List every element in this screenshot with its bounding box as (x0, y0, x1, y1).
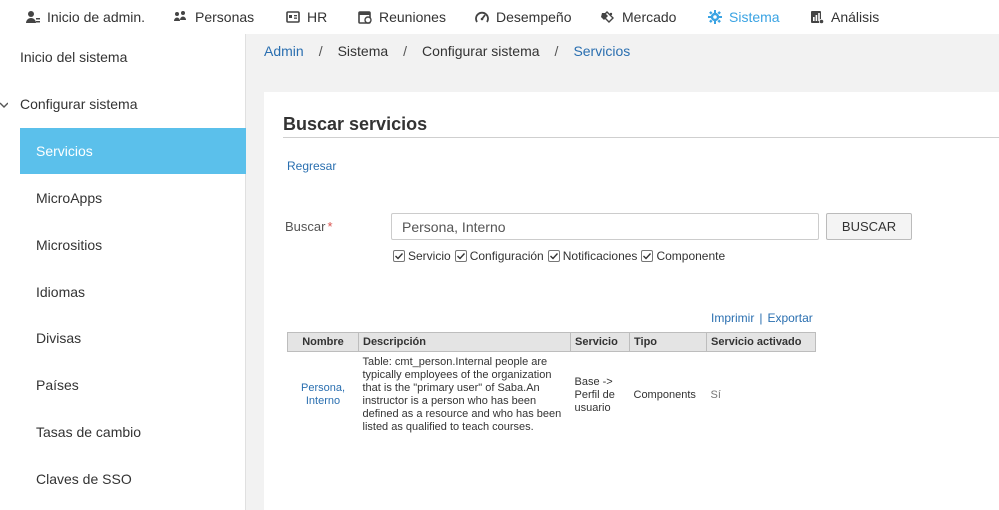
performance-icon (475, 10, 489, 24)
action-separator: | (759, 311, 763, 325)
cell-name: Persona, Interno (288, 352, 359, 439)
export-link[interactable]: Exportar (767, 311, 812, 325)
title-divider (283, 137, 999, 138)
cell-service-enabled: Sí (710, 388, 721, 401)
column-header-type[interactable]: Tipo (629, 332, 707, 352)
nav-hr[interactable]: HR (286, 0, 327, 34)
sidebar-item-label: Divisas (36, 330, 82, 346)
nav-label: Inicio de admin. (47, 9, 146, 25)
required-marker: * (327, 219, 333, 234)
sidebar-item-label: MicroApps (36, 190, 103, 206)
sidebar-item-microsites[interactable]: Micrositios (20, 222, 246, 268)
nav-analytics[interactable]: Análisis (810, 0, 879, 34)
column-header-service[interactable]: Servicio (570, 332, 630, 352)
nav-market[interactable]: Mercado (601, 0, 676, 34)
nav-label: Personas (195, 9, 255, 25)
sidebar-item-microapps[interactable]: MicroApps (20, 175, 246, 221)
nav-label: HR (307, 9, 328, 25)
sidebar-item-configure-system[interactable]: Configurar sistema (20, 81, 246, 127)
sidebar-item-languages[interactable]: Idiomas (20, 269, 246, 315)
sidebar-item-sso-keys[interactable]: Claves de SSO (20, 456, 246, 502)
nav-meetings[interactable]: Reuniones (358, 0, 446, 34)
people-icon (174, 10, 188, 24)
filter-configuration[interactable]: Configuración (454, 249, 544, 263)
breadcrumb: Admin / Sistema / Configurar sistema / S… (264, 43, 630, 59)
content-panel: Buscar servicios Regresar Buscar* BUSCAR… (264, 92, 999, 510)
cell-service: Base -> Perfil de usuario (574, 375, 615, 414)
filter-label: Componente (656, 249, 726, 263)
sidebar-item-label: Claves de SSO (36, 471, 132, 487)
breadcrumb-separator: / (403, 43, 408, 59)
cell-description: Table: cmt_person.Internal people are ty… (362, 356, 562, 433)
table-row: Persona, Interno Table: cmt_person.Inter… (288, 352, 816, 439)
nav-label: Análisis (831, 9, 880, 25)
filter-label: Notificaciones (562, 249, 638, 263)
top-navigation: Inicio de admin. Personas HR Reuniones D… (0, 0, 999, 34)
filter-notifications[interactable]: Notificaciones (547, 249, 638, 263)
analytics-icon (810, 10, 824, 24)
checkbox-checked-icon[interactable] (547, 250, 560, 262)
sidebar-item-countries[interactable]: Países (20, 362, 246, 408)
sidebar-item-label: Inicio del sistema (20, 49, 128, 65)
nav-admin-home[interactable]: Inicio de admin. (26, 0, 145, 34)
nav-system[interactable]: Sistema (708, 0, 780, 34)
hr-icon (286, 10, 300, 24)
sidebar: Inicio del sistema Configurar sistema Se… (0, 34, 246, 510)
search-filters: Servicio Configuración Notificaciones Co… (393, 249, 729, 263)
nav-label: Desempeño (496, 9, 572, 25)
nav-performance[interactable]: Desempeño (475, 0, 572, 34)
checkbox-checked-icon[interactable] (641, 250, 654, 262)
back-link[interactable]: Regresar (287, 159, 336, 173)
meetings-icon (358, 10, 372, 24)
sidebar-item-label: Países (36, 377, 79, 393)
print-export-actions: Imprimir | Exportar (711, 311, 813, 325)
filter-label: Servicio (408, 249, 451, 263)
nav-people[interactable]: Personas (174, 0, 254, 34)
filter-label: Configuración (469, 249, 544, 263)
breadcrumb-separator: / (554, 43, 559, 59)
breadcrumb-system[interactable]: Sistema (338, 43, 389, 59)
sidebar-item-services[interactable]: Servicios (20, 128, 246, 174)
sidebar-item-system-home[interactable]: Inicio del sistema (20, 34, 246, 80)
admin-home-icon (26, 10, 40, 24)
service-name-link[interactable]: Persona, Interno (292, 382, 355, 408)
filter-component[interactable]: Componente (641, 249, 725, 263)
nav-label: Reuniones (379, 9, 446, 25)
page-title: Buscar servicios (283, 114, 428, 134)
print-link[interactable]: Imprimir (711, 311, 754, 325)
sidebar-item-label: Micrositios (36, 237, 103, 253)
breadcrumb-services: Servicios (573, 43, 631, 59)
search-label: Buscar * (285, 219, 333, 234)
column-header-name[interactable]: Nombre (287, 332, 359, 352)
checkbox-checked-icon[interactable] (454, 250, 467, 262)
nav-label: Sistema (729, 9, 780, 25)
sidebar-item-exchange-rates[interactable]: Tasas de cambio (20, 409, 246, 455)
sidebar-item-label: Servicios (36, 143, 93, 159)
column-header-description[interactable]: Descripción (358, 332, 571, 352)
sidebar-item-label: Tasas de cambio (36, 424, 142, 440)
table-header-row: Nombre Descripción Servicio Tipo Servici… (287, 332, 816, 352)
sidebar-item-label: Idiomas (36, 284, 86, 300)
cell-type: Components (633, 388, 696, 401)
breadcrumb-separator: / (318, 43, 323, 59)
nav-label: Mercado (622, 9, 677, 25)
column-header-service-enabled[interactable]: Servicio activado (706, 332, 816, 352)
search-label-text: Buscar (285, 219, 326, 234)
sidebar-item-currencies[interactable]: Divisas (20, 315, 246, 361)
breadcrumb-admin[interactable]: Admin (264, 43, 304, 59)
sidebar-item-label: Configurar sistema (20, 96, 138, 112)
chevron-down-icon[interactable] (0, 100, 8, 110)
search-button[interactable]: BUSCAR (826, 213, 912, 240)
results-table: Nombre Descripción Servicio Tipo Servici… (287, 332, 816, 438)
filter-service[interactable]: Servicio (393, 249, 451, 263)
gear-icon (708, 10, 722, 24)
checkbox-checked-icon[interactable] (393, 250, 405, 262)
market-icon (601, 10, 615, 24)
breadcrumb-configure-system[interactable]: Configurar sistema (422, 43, 540, 59)
search-input[interactable] (391, 213, 819, 240)
